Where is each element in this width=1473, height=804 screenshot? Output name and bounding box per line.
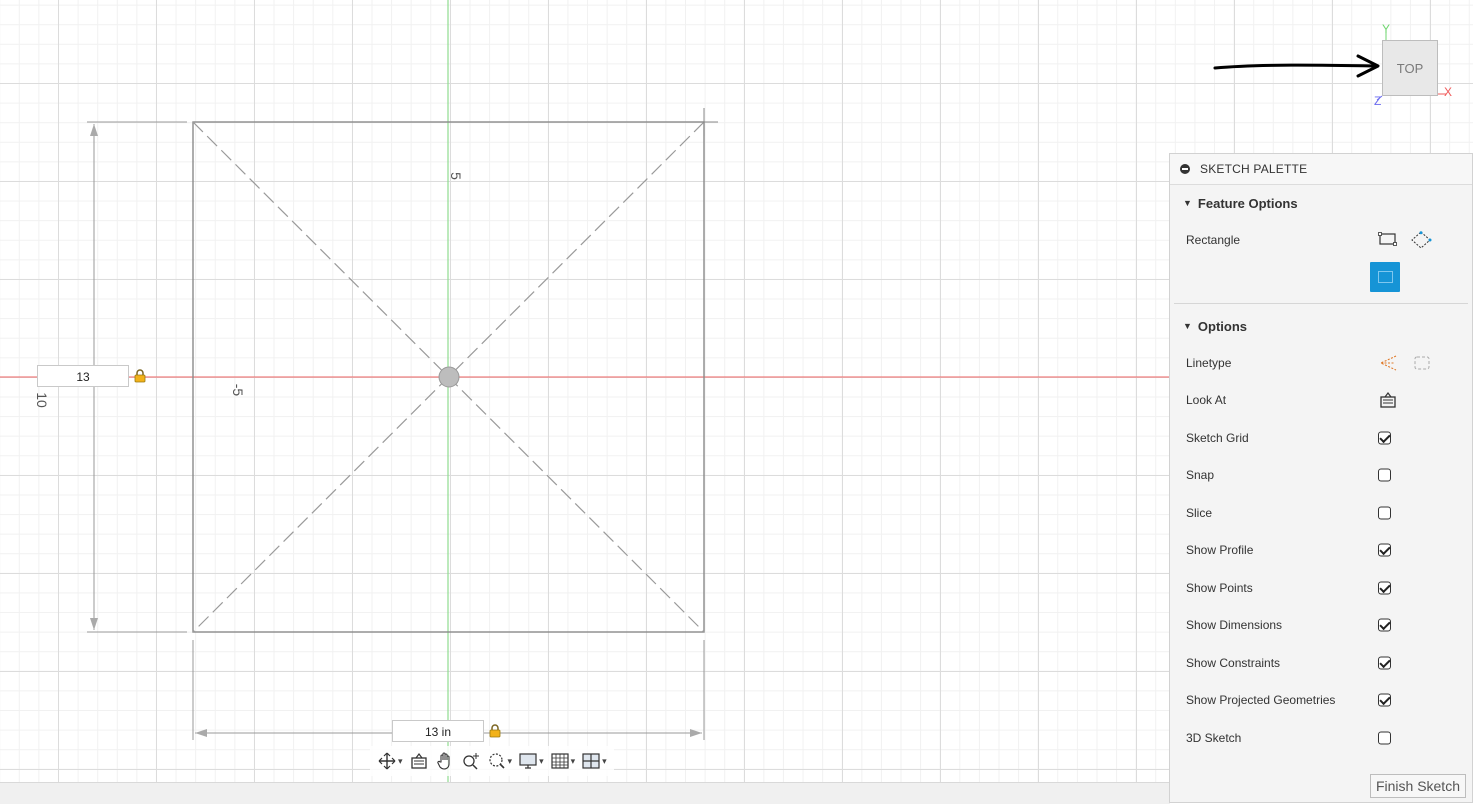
- viewports-icon: [582, 753, 600, 769]
- zoom-icon: [462, 753, 479, 770]
- option-row: Show Dimensions: [1170, 607, 1472, 645]
- centerline-linetype-icon[interactable]: [1412, 354, 1432, 372]
- finish-sketch-button[interactable]: Finish Sketch: [1369, 774, 1466, 798]
- option-checkbox[interactable]: [1378, 506, 1391, 520]
- option-row: Show Points: [1170, 569, 1472, 607]
- width-dimension-input[interactable]: 13 in: [392, 720, 484, 742]
- option-checkbox[interactable]: [1378, 543, 1391, 557]
- option-checkbox[interactable]: [1378, 581, 1391, 595]
- collapse-icon[interactable]: [1180, 164, 1190, 174]
- option-checkbox[interactable]: [1378, 656, 1391, 670]
- option-checkbox[interactable]: [1378, 618, 1391, 632]
- option-row: Sketch Grid: [1170, 419, 1472, 457]
- height-dimension-input[interactable]: 13: [37, 365, 129, 387]
- option-row: Show Projected Geometries: [1170, 682, 1472, 720]
- chevron-down-icon: ▾: [570, 755, 576, 766]
- palette-header[interactable]: SKETCH PALETTE: [1170, 154, 1472, 185]
- axis-tick-label-top: 5: [447, 172, 464, 180]
- three-point-rectangle-icon[interactable]: [1410, 231, 1432, 249]
- viewports-button[interactable]: ▾: [578, 748, 610, 774]
- two-point-rectangle-icon[interactable]: [1378, 231, 1398, 247]
- chevron-down-icon: ▾: [602, 755, 607, 766]
- status-bar: [0, 782, 1170, 804]
- grid-settings-icon: [550, 753, 569, 769]
- chevron-down-icon: ▾: [507, 755, 513, 766]
- triangle-down-icon: ▼: [1183, 321, 1192, 331]
- orbit-icon: [378, 752, 396, 770]
- option-label: Slice: [1186, 505, 1213, 520]
- options-heading[interactable]: ▼ Options: [1170, 308, 1472, 344]
- pan-icon: [436, 752, 450, 770]
- display-settings-icon: [519, 753, 537, 769]
- viewcube[interactable]: Y TOP X Z: [1372, 22, 1472, 122]
- zoom-button[interactable]: [458, 748, 484, 774]
- section-divider: [1174, 303, 1468, 304]
- feature-options-heading[interactable]: ▼ Feature Options: [1170, 185, 1472, 221]
- vertical-dimension-text: 10: [33, 392, 50, 408]
- option-row: Show Profile: [1170, 532, 1472, 570]
- navigation-toolbar: ▾ ▾ ▾ ▾ ▾: [370, 746, 614, 776]
- center-rectangle-row: [1170, 259, 1472, 295]
- axis-tick-label-left: -5: [230, 383, 247, 397]
- look-at-label: Look At: [1186, 393, 1227, 408]
- option-label: Show Dimensions: [1186, 618, 1283, 633]
- chevron-down-icon: ▾: [539, 755, 544, 766]
- option-checkbox[interactable]: [1378, 693, 1391, 707]
- option-label: Show Points: [1186, 580, 1253, 595]
- look-at-row: Look At: [1170, 382, 1472, 420]
- option-row: 3D Sketch: [1170, 719, 1472, 757]
- sketch-palette: SKETCH PALETTE ▼ Feature Options Rectang…: [1169, 153, 1473, 803]
- viewcube-axis-x: X: [1444, 85, 1453, 99]
- center-rectangle-icon[interactable]: [1370, 262, 1400, 292]
- lock-icon[interactable]: [133, 369, 147, 383]
- option-row: Snap: [1170, 457, 1472, 495]
- viewcube-top-face[interactable]: TOP: [1382, 40, 1438, 96]
- option-row: Slice: [1170, 494, 1472, 532]
- palette-title: SKETCH PALETTE: [1200, 162, 1308, 176]
- option-checkbox[interactable]: [1378, 731, 1391, 745]
- option-label: Sketch Grid: [1186, 430, 1249, 445]
- linetype-row: Linetype: [1170, 344, 1472, 382]
- option-label: Show Projected Geometries: [1186, 693, 1336, 708]
- fit-icon: [488, 753, 505, 769]
- pan-button[interactable]: [432, 748, 458, 774]
- chevron-down-icon: ▾: [398, 755, 403, 766]
- rectangle-label: Rectangle: [1186, 233, 1241, 247]
- option-label: Snap: [1186, 468, 1215, 483]
- option-label: Show Profile: [1186, 543, 1254, 558]
- orbit-button[interactable]: ▾: [374, 748, 406, 774]
- display-settings-button[interactable]: ▾: [515, 748, 547, 774]
- grid-settings-button[interactable]: ▾: [547, 748, 579, 774]
- lock-icon[interactable]: [488, 724, 502, 738]
- construction-linetype-icon[interactable]: [1378, 354, 1398, 372]
- rectangle-option-row: Rectangle: [1170, 221, 1472, 259]
- look-at-icon: [410, 753, 427, 769]
- look-at-button[interactable]: [406, 748, 432, 774]
- fit-button[interactable]: ▾: [484, 748, 516, 774]
- option-label: 3D Sketch: [1186, 730, 1242, 745]
- linetype-label: Linetype: [1186, 355, 1232, 370]
- viewcube-axis-z: Z: [1374, 94, 1382, 108]
- option-checkbox[interactable]: [1378, 431, 1391, 445]
- option-label: Show Constraints: [1186, 655, 1281, 670]
- center-point[interactable]: [438, 366, 460, 388]
- look-at-icon[interactable]: [1378, 390, 1398, 410]
- option-checkbox[interactable]: [1378, 468, 1391, 482]
- option-row: Show Constraints: [1170, 644, 1472, 682]
- sketch-geometry: [0, 0, 1170, 782]
- annotation-arrow: [1213, 54, 1380, 78]
- triangle-down-icon: ▼: [1183, 198, 1192, 208]
